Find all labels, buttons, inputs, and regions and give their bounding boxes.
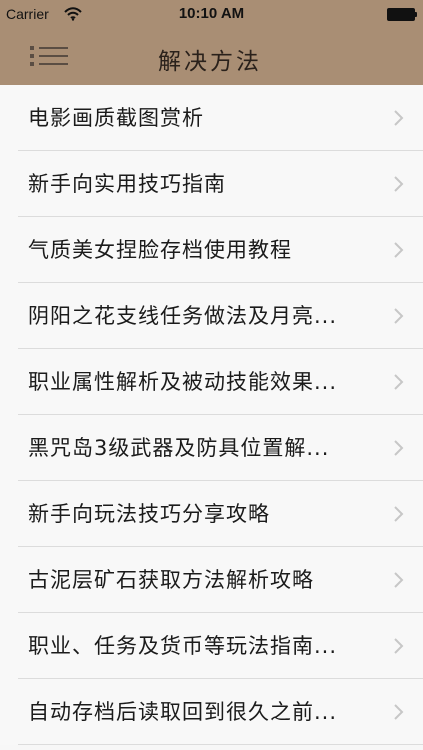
list-item-label: 新手向玩法技巧分享攻略	[28, 502, 270, 526]
battery-tip	[415, 12, 417, 17]
chevron-right-icon	[394, 176, 404, 192]
menu-icon[interactable]	[30, 42, 68, 70]
list-item-label: 电影画质截图赏析	[28, 106, 204, 130]
chevron-right-icon	[394, 506, 404, 522]
list-item[interactable]: 自动存档后读取回到很久之前...	[0, 679, 423, 745]
list-item-label: 古泥层矿石获取方法解析攻略	[28, 568, 314, 592]
time-label: 10:10 AM	[178, 5, 245, 22]
list-item[interactable]: 气质美女捏脸存档使用教程	[0, 217, 423, 283]
list-item-label: 自动存档后读取回到很久之前...	[28, 700, 338, 724]
list-item-label: 阴阳之花支线任务做法及月亮...	[28, 304, 338, 328]
solutions-list: 电影画质截图赏析 新手向实用技巧指南 气质美女捏脸存档使用教程 阴阳之花支线任务…	[0, 85, 423, 750]
list-item[interactable]: 古泥层矿石获取方法解析攻略	[0, 547, 423, 613]
chevron-right-icon	[394, 242, 404, 258]
list-item-label: 气质美女捏脸存档使用教程	[28, 238, 292, 262]
list-item-label: 黑咒岛3级武器及防具位置解...	[28, 436, 330, 460]
top-bar: Carrier 10:10 AM 解决方法	[0, 0, 423, 85]
list-item[interactable]: 新手向玩法技巧分享攻略	[0, 481, 423, 547]
list-item-label: 职业、任务及货币等玩法指南...	[28, 634, 338, 658]
list-item[interactable]: 黑咒岛3级武器及防具位置解...	[0, 415, 423, 481]
list-item[interactable]: 新手向实用技巧指南	[0, 151, 423, 217]
battery-body	[387, 8, 415, 21]
status-bar: Carrier 10:10 AM	[0, 0, 423, 30]
chevron-right-icon	[394, 572, 404, 588]
list-item[interactable]: 阴阳之花支线任务做法及月亮...	[0, 283, 423, 349]
list-item-label: 职业属性解析及被动技能效果...	[28, 370, 338, 394]
chevron-right-icon	[394, 308, 404, 324]
chevron-right-icon	[394, 110, 404, 126]
list-item[interactable]: 职业属性解析及被动技能效果...	[0, 349, 423, 415]
list-item[interactable]: 电影画质截图赏析	[0, 85, 423, 151]
app-screen: Carrier 10:10 AM 解决方法 电影画质截图赏析 新手向实用技巧指南…	[0, 0, 423, 750]
chevron-right-icon	[394, 440, 404, 456]
page-title: 解决方法	[158, 49, 262, 75]
chevron-right-icon	[394, 638, 404, 654]
chevron-right-icon	[394, 374, 404, 390]
list-item[interactable]: 职业、任务及货币等玩法指南...	[0, 613, 423, 679]
navigation-bar: 解决方法	[0, 30, 423, 85]
chevron-right-icon	[394, 704, 404, 720]
battery-icon	[387, 8, 419, 21]
list-item-label: 新手向实用技巧指南	[28, 172, 226, 196]
